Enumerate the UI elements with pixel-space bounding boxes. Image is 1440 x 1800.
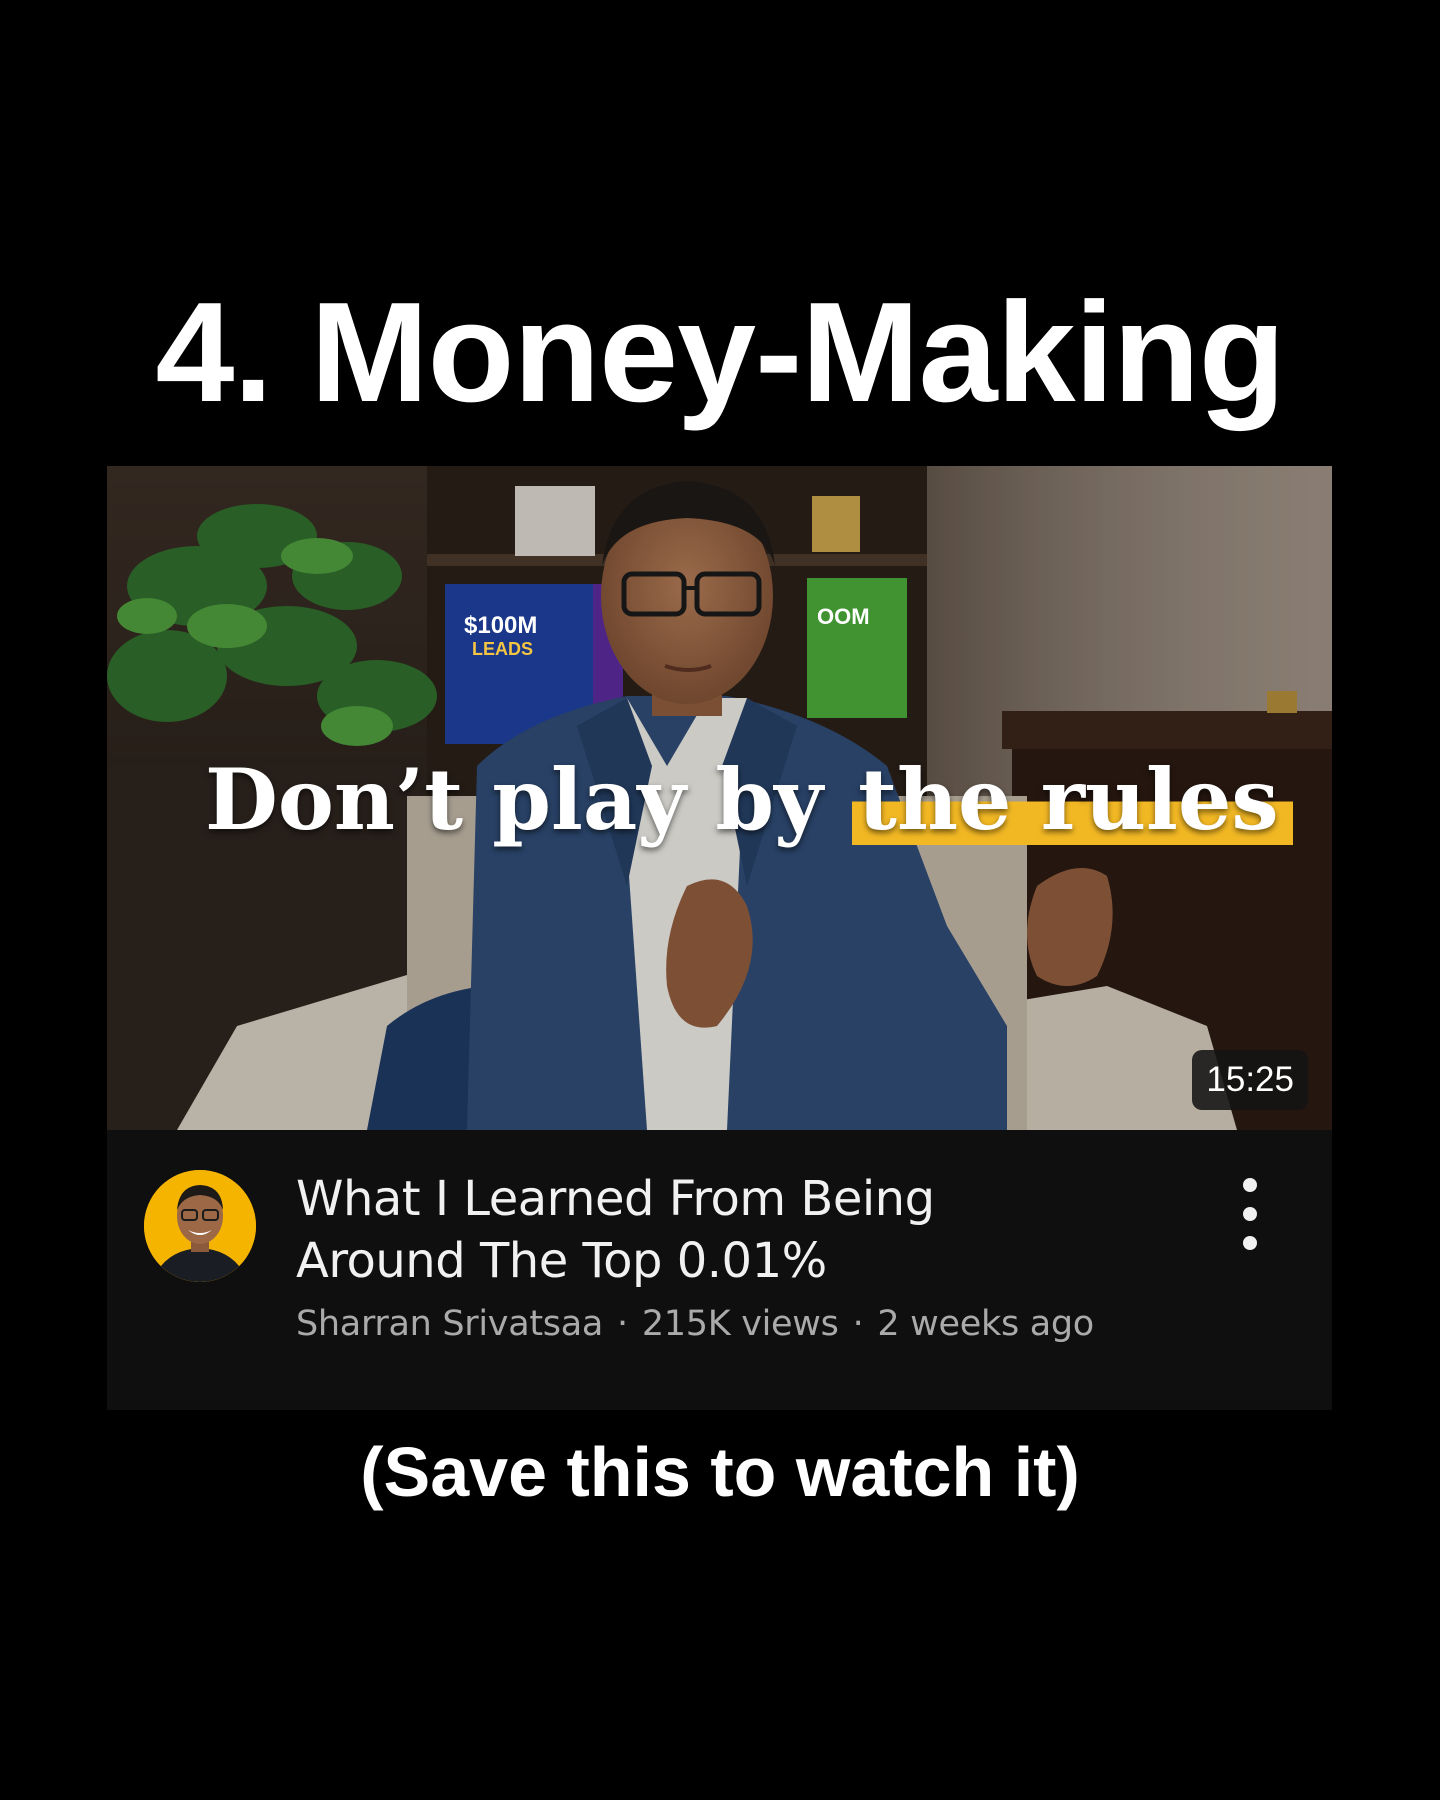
video-thumbnail[interactable]: $100M LEADS OOM Don’t play by the rules …: [107, 466, 1332, 1130]
kebab-dot: [1243, 1178, 1257, 1192]
video-meta: What I Learned From Being Around The Top…: [107, 1130, 1332, 1410]
thumbnail-caption-highlight: the rules: [852, 750, 1293, 849]
headline: 4. Money-Making: [155, 273, 1285, 432]
duration-badge: 15:25: [1192, 1050, 1308, 1110]
more-vert-icon[interactable]: [1225, 1178, 1275, 1250]
footer-caption: (Save this to watch it): [360, 1433, 1080, 1511]
video-subtitle: Sharran Srivatsaa · 215K views · 2 weeks ago: [296, 1302, 1094, 1346]
book-left-title: $100M: [464, 612, 538, 639]
thumbnail-caption: Don’t play by the rules: [205, 750, 1293, 849]
book-right-title: OOM: [817, 604, 870, 629]
kebab-dot: [1243, 1207, 1257, 1221]
view-count: 215K views: [641, 1304, 839, 1344]
separator: ·: [617, 1304, 628, 1344]
thumbnail-caption-plain: Don’t play by: [205, 750, 853, 849]
video-title[interactable]: What I Learned From Being Around The Top…: [296, 1168, 1116, 1292]
kebab-dot: [1243, 1236, 1257, 1250]
book-left-subtitle: LEADS: [472, 639, 534, 659]
separator: ·: [852, 1304, 864, 1344]
channel-avatar[interactable]: [144, 1170, 256, 1282]
avatar-icon: [144, 1170, 256, 1282]
publish-date: 2 weeks ago: [877, 1304, 1094, 1344]
page: 4. Money-Making $100M LEADS OOM Don’t pl…: [0, 0, 1440, 1800]
video-card[interactable]: $100M LEADS OOM Don’t play by the rules …: [107, 466, 1332, 1410]
channel-name[interactable]: Sharran Srivatsaa: [296, 1304, 603, 1344]
